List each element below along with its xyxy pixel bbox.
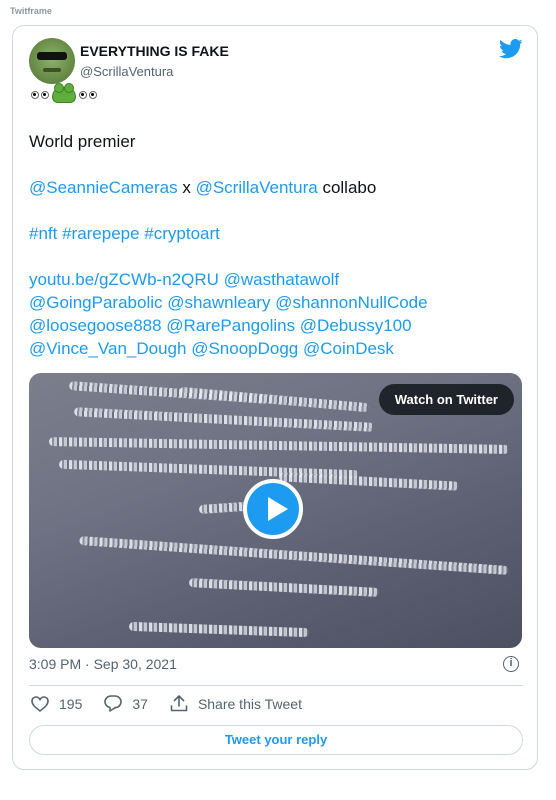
- tweet-text: World premier @SeannieCameras x @Scrilla…: [29, 130, 525, 360]
- avatar-glasses: [37, 52, 67, 60]
- twitter-bird-icon[interactable]: [499, 39, 523, 59]
- tweet-your-reply-button[interactable]: Tweet your reply: [29, 725, 523, 755]
- share-action[interactable]: Share this Tweet: [170, 695, 302, 712]
- avatar[interactable]: [29, 38, 75, 84]
- like-count: 195: [59, 695, 83, 712]
- link-line[interactable]: @GoingParabolic @shawnleary @shannonNull…: [29, 291, 525, 314]
- tweet-timestamp[interactable]: 3:09 PM · Sep 30, 2021: [29, 656, 177, 672]
- play-icon[interactable]: [243, 479, 303, 539]
- avatar-mouth: [43, 68, 61, 72]
- tweet-line-title: World premier: [29, 132, 136, 151]
- video-frame-artwork: [79, 536, 509, 575]
- reply-icon: [104, 695, 123, 712]
- mention-link[interactable]: @SeannieCameras: [29, 178, 178, 197]
- eyes-emoji-icon: [79, 91, 97, 99]
- divider: [29, 685, 523, 686]
- video-frame-artwork: [73, 407, 375, 432]
- author-display-name[interactable]: EVERYTHING IS FAKE: [80, 43, 229, 59]
- video-frame-artwork: [128, 621, 310, 638]
- link-line[interactable]: @loosegoose888 @RarePangolins @Debussy10…: [29, 314, 525, 337]
- share-icon: [170, 695, 188, 712]
- heart-icon: [31, 695, 49, 712]
- frog-emoji-icon: [52, 83, 76, 103]
- collab-word: collabo: [317, 178, 377, 197]
- name-emoji-row: [31, 83, 97, 103]
- video-media[interactable]: Watch on Twitter: [29, 373, 522, 648]
- watch-on-twitter-button[interactable]: Watch on Twitter: [378, 384, 514, 415]
- author-handle[interactable]: @ScrillaVentura: [80, 64, 173, 79]
- hashtags-line: #nft #rarepepe #cryptoart: [29, 222, 525, 245]
- reply-count: 37: [132, 695, 148, 712]
- tweet-actions: 195 37 Share this Tweet: [31, 695, 302, 712]
- hashtag-links[interactable]: #nft #rarepepe #cryptoart: [29, 224, 220, 243]
- video-frame-artwork: [188, 578, 380, 597]
- share-label: Share this Tweet: [197, 695, 302, 712]
- x-separator: x: [177, 178, 196, 197]
- info-icon[interactable]: i: [503, 656, 519, 672]
- link-line[interactable]: @Vince_Van_Dough @SnoopDogg @CoinDesk: [29, 337, 525, 360]
- mention-link[interactable]: @ScrillaVentura: [196, 178, 318, 197]
- video-frame-artwork: [278, 472, 460, 491]
- like-action[interactable]: 195: [31, 696, 82, 712]
- tweet-card[interactable]: EVERYTHING IS FAKE @ScrillaVentura World…: [12, 25, 538, 770]
- link-line[interactable]: youtu.be/gZCWb-n2QRU @wasthatawolf: [29, 268, 525, 291]
- video-frame-artwork: [48, 436, 510, 455]
- tweet-line-collab: @SeannieCameras x @ScrillaVentura collab…: [29, 176, 525, 199]
- frame-label: Twitframe: [10, 6, 52, 16]
- eyes-emoji-icon: [31, 91, 49, 99]
- reply-action[interactable]: 37: [104, 695, 148, 712]
